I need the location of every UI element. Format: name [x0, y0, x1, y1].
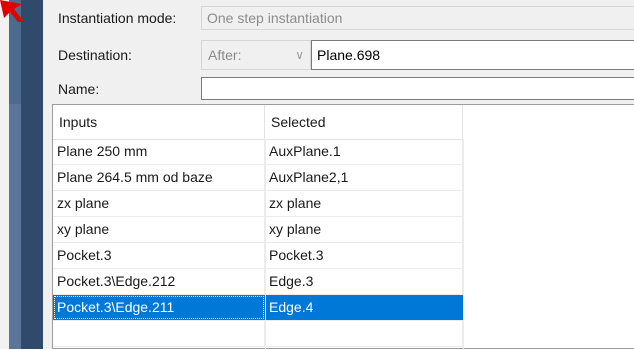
selected-cell: Edge.3 — [265, 269, 463, 294]
column-divider — [265, 139, 266, 350]
table-row[interactable]: Pocket.3\Edge.212 Edge.3 — [53, 269, 463, 295]
selected-cell: AuxPlane.1 — [265, 139, 463, 164]
table-row[interactable]: Plane 250 mm AuxPlane.1 — [53, 139, 463, 165]
input-cell: Pocket.3 — [53, 243, 265, 268]
table-row-empty[interactable] — [53, 321, 463, 347]
sidebar-edge-lower — [9, 104, 21, 349]
input-cell: xy plane — [53, 217, 265, 242]
input-cell: Pocket.3\Edge.212 — [53, 269, 265, 294]
input-cell: Plane 250 mm — [53, 139, 265, 164]
input-cell — [53, 321, 265, 346]
destination-input[interactable]: Plane.698 — [311, 40, 634, 70]
table-row[interactable]: zx plane zx plane — [53, 191, 463, 217]
name-label: Name: — [58, 81, 100, 97]
selected-cell: AuxPlane2,1 — [265, 165, 463, 190]
red-arrow-icon — [0, 0, 24, 22]
chevron-down-icon: ∨ — [295, 48, 304, 62]
destination-position-select[interactable]: After: ∨ — [201, 40, 311, 70]
column-divider — [463, 139, 464, 350]
mode-label: Instantiation mode: — [58, 10, 177, 26]
table-row[interactable]: xy plane xy plane — [53, 217, 463, 243]
table-row[interactable]: Pocket.3 Pocket.3 — [53, 243, 463, 269]
selected-cell: Edge.4 — [265, 295, 463, 320]
input-cell: zx plane — [53, 191, 265, 216]
instantiation-dialog: Instantiation mode: One step instantiati… — [43, 0, 634, 350]
selected-cell: xy plane — [265, 217, 463, 242]
table-row-selected[interactable]: Pocket.3\Edge.211 Edge.4 — [53, 295, 463, 321]
inputs-table: Inputs Selected Plane 250 mm AuxPlane.1 … — [52, 104, 634, 350]
input-cell: Plane 264.5 mm od baze — [53, 165, 265, 190]
name-input[interactable] — [201, 77, 634, 100]
destination-position-value: After: — [208, 47, 242, 63]
selected-cell — [265, 321, 463, 346]
instantiation-mode-field[interactable]: One step instantiation — [201, 6, 634, 30]
table-row[interactable]: Plane 264.5 mm od baze AuxPlane2,1 — [53, 165, 463, 191]
destination-label: Destination: — [58, 47, 132, 63]
table-header: Inputs Selected — [53, 105, 463, 140]
column-header-inputs[interactable]: Inputs — [53, 105, 265, 139]
left-margin — [0, 0, 9, 349]
selected-cell: Pocket.3 — [265, 243, 463, 268]
selected-cell: zx plane — [265, 191, 463, 216]
input-cell: Pocket.3\Edge.211 — [53, 295, 265, 320]
column-header-selected[interactable]: Selected — [265, 105, 463, 139]
